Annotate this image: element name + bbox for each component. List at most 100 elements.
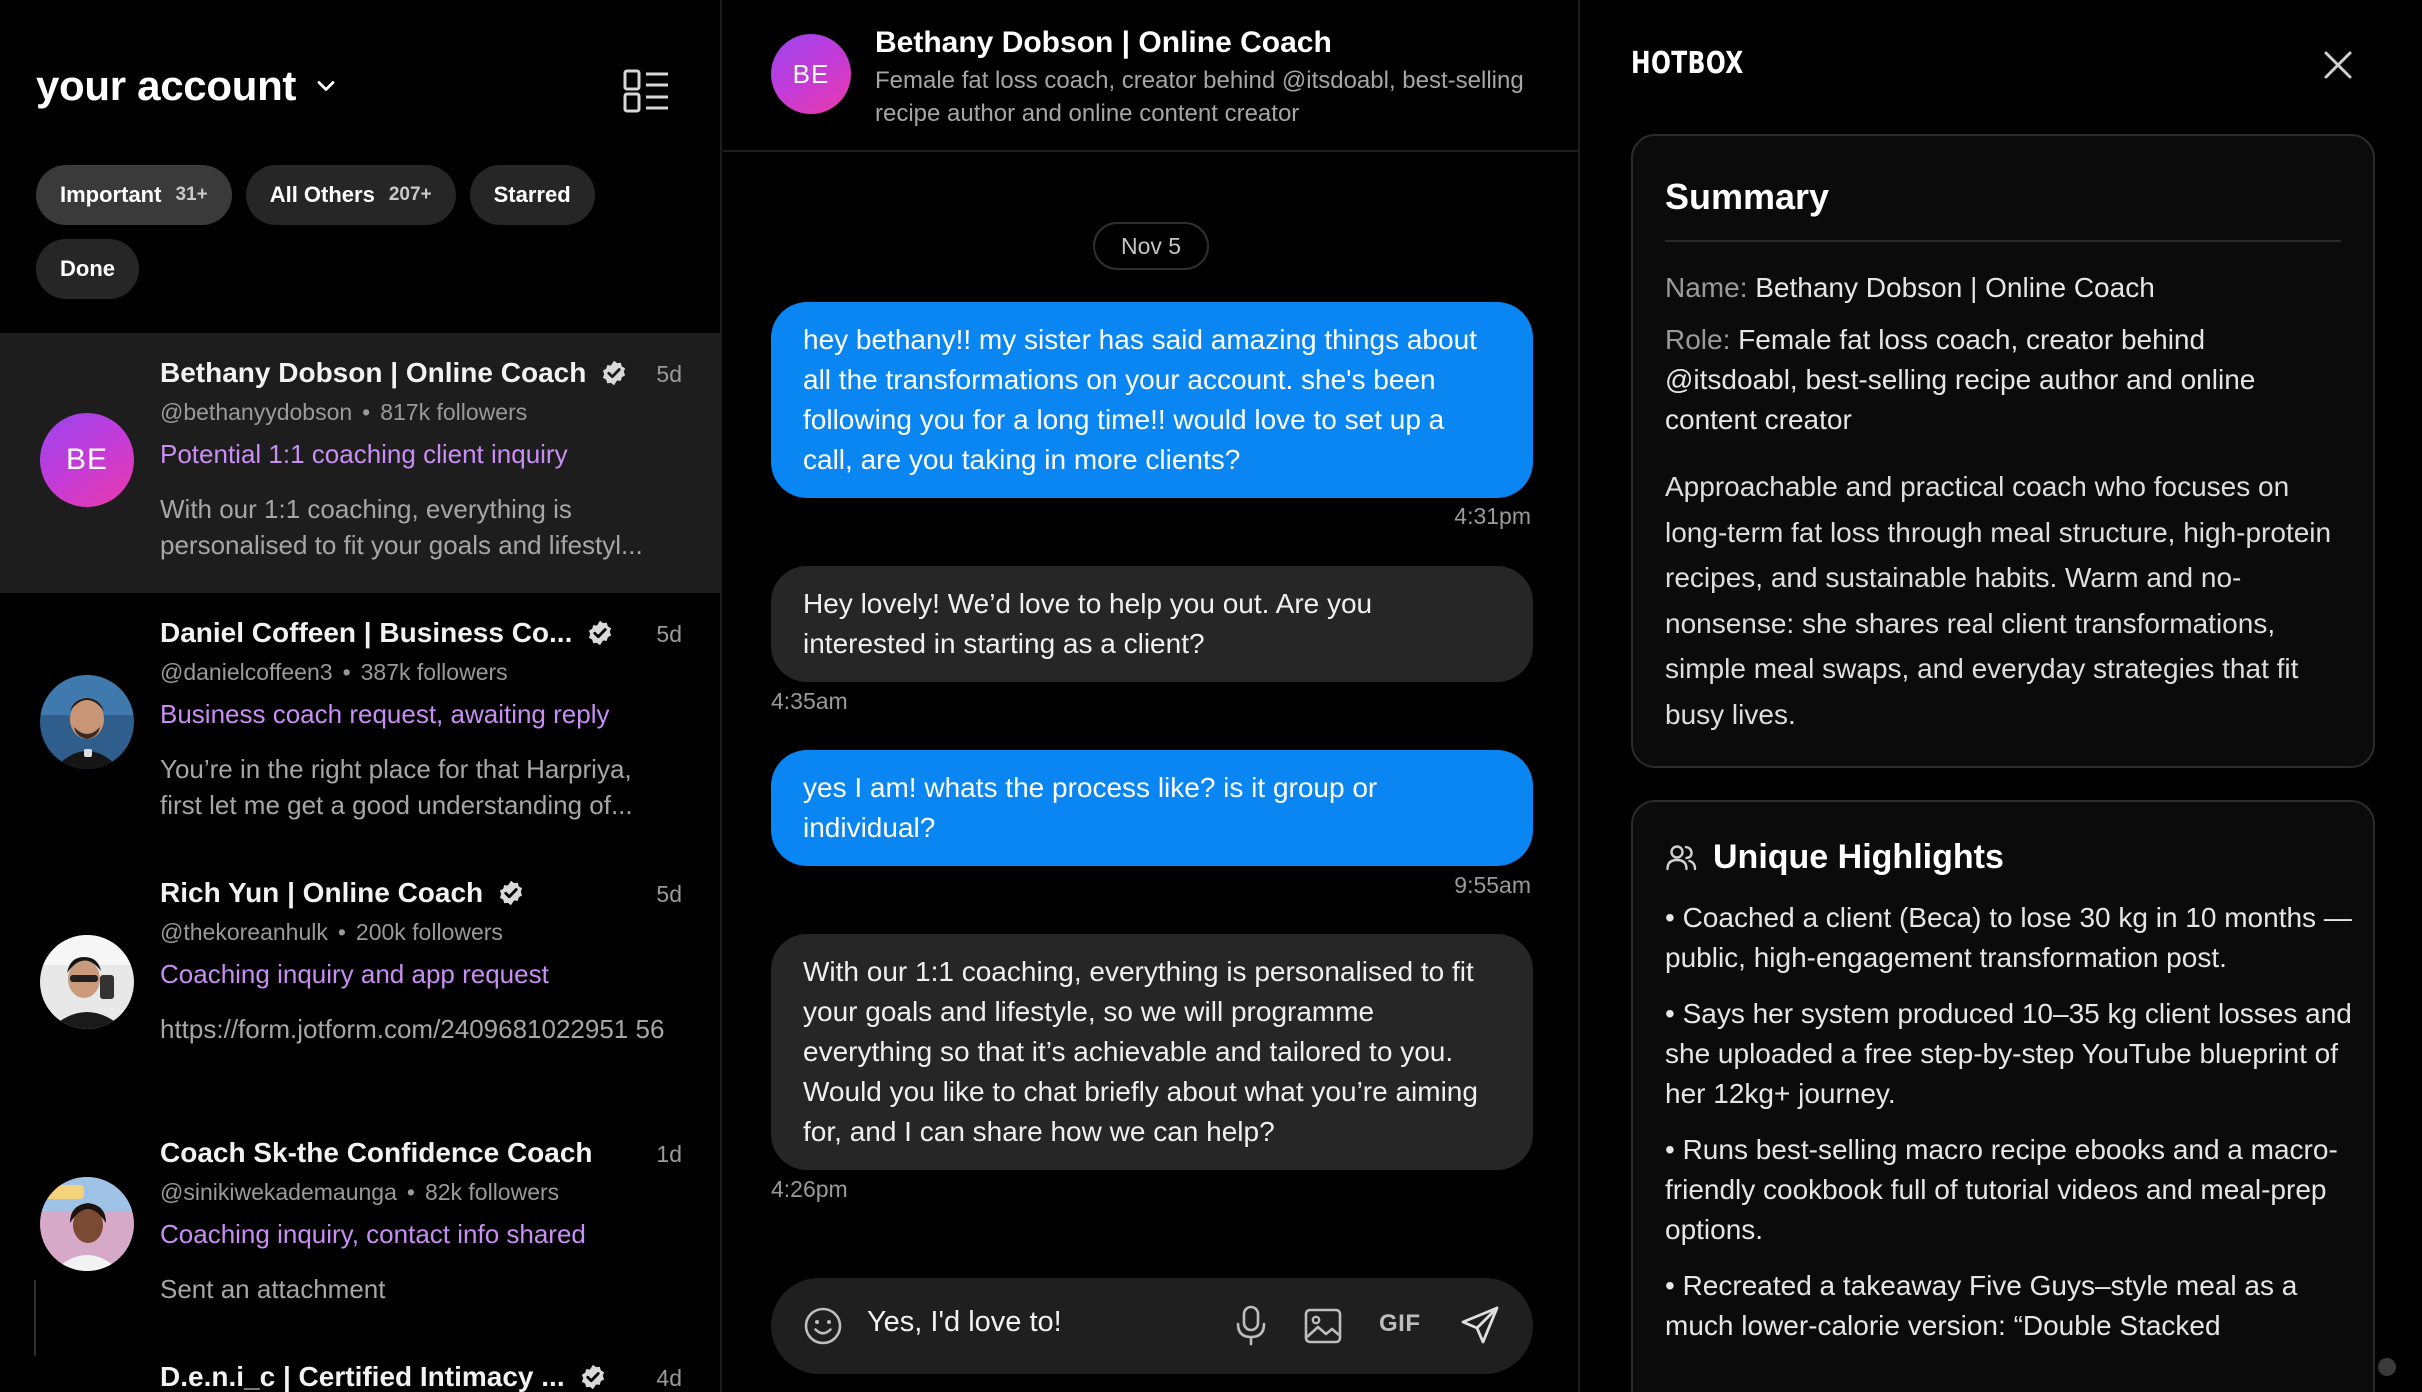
message-input[interactable]: Yes, I'd love to!	[867, 1306, 1062, 1339]
follower-count: 200k followers	[355, 919, 503, 945]
panel-scroll-handle[interactable]	[2378, 1358, 2396, 1376]
sidebar-scrollbar[interactable]	[34, 1280, 36, 1356]
conversation-time: 5d	[656, 621, 682, 647]
filter-label: Done	[60, 256, 115, 281]
message-bubble-incoming: With our 1:1 coaching, everything is per…	[771, 934, 1533, 1170]
verified-badge-icon	[603, 360, 626, 386]
message-timestamp: 9:55am	[1454, 872, 1531, 898]
message-bubble-incoming: Hey lovely! We’d love to help you out. A…	[771, 566, 1533, 682]
conversation-time: 4d	[656, 1365, 682, 1391]
contact-insights-panel: HOTBOX Summary Name: Bethany Dobson | On…	[1581, 0, 2422, 1392]
conversation-name-row: D.e.n.i_c | Certified Intimacy ...	[160, 1361, 607, 1392]
filter-starred[interactable]: Starred	[469, 165, 595, 225]
conversation-item[interactable]: Rich Yun | Online Coach 5d @thekoreanhul…	[0, 853, 720, 1113]
highlights-card: Unique Highlights • Coached a client (Be…	[1631, 800, 2375, 1392]
conversation-name-row: Rich Yun | Online Coach	[160, 877, 525, 909]
chat-header: BE Bethany Dobson | Online Coach Female …	[723, 0, 1580, 152]
conversation-handle-row: @sinikiwekademaunga • 82k followers	[160, 1179, 560, 1205]
verified-badge-icon	[589, 620, 612, 646]
conversation-handle: @thekoreanhulk	[160, 919, 328, 945]
emoji-icon[interactable]	[803, 1306, 843, 1346]
summary-role-field: Role: Female fat loss coach, creator beh…	[1665, 320, 2345, 440]
layout-toggle-icon[interactable]	[622, 68, 670, 114]
conversation-handle-row: @danielcoffeen3 • 387k followers	[160, 659, 508, 685]
follower-count: 387k followers	[360, 659, 508, 685]
filter-count: 31+	[175, 184, 208, 205]
microphone-icon[interactable]	[1231, 1304, 1271, 1346]
chat-contact-bio: Female fat loss coach, creator behind @i…	[875, 67, 1524, 127]
conversation-item[interactable]: BE Bethany Dobson | Online Coach 5d @bet…	[0, 333, 720, 593]
field-key: Name:	[1665, 272, 1748, 303]
avatar: BE	[40, 413, 134, 507]
conversation-item[interactable]: Daniel Coffeen | Business Co... 5d @dani…	[0, 593, 720, 853]
conversation-name-row: Daniel Coffeen | Business Co...	[160, 617, 614, 649]
highlights-list: • Coached a client (Beca) to lose 30 kg …	[1665, 898, 2355, 1362]
message-bubble-outgoing: yes I am! whats the process like? is it …	[771, 750, 1533, 866]
conversation-name-row: Coach Sk-the Confidence Coach	[160, 1137, 593, 1169]
conversation-item[interactable]: D.e.n.i_c | Certified Intimacy ... 4d	[0, 1337, 720, 1392]
avatar[interactable]: BE	[771, 34, 851, 114]
summary-card: Summary Name: Bethany Dobson | Online Co…	[1631, 134, 2375, 768]
summary-description: Approachable and practical coach who foc…	[1665, 471, 2332, 730]
conversation-subject: Coaching inquiry and app request	[160, 959, 549, 989]
filter-important[interactable]: Important 31+	[36, 165, 232, 225]
brand-logo: HOTBOX	[1631, 46, 1744, 81]
highlights-header: Unique Highlights	[1665, 838, 2004, 877]
highlight-item: • Runs best-selling macro recipe ebooks …	[1665, 1134, 2338, 1245]
field-value: Female fat loss coach, creator behind @i…	[1665, 324, 2256, 435]
account-switcher[interactable]: your account	[36, 62, 340, 110]
filter-count: 207+	[388, 184, 432, 205]
avatar-initials: BE	[65, 443, 109, 476]
conversation-name: D.e.n.i_c | Certified Intimacy ...	[160, 1361, 565, 1392]
date-separator: Nov 5	[1093, 222, 1210, 270]
filter-chips: Important 31+ All Others 207+ Starred Do…	[36, 165, 696, 299]
filter-label: All Others	[269, 182, 375, 207]
conversation-preview: https://form.jotform.com/2409681022951 5…	[160, 1014, 665, 1044]
send-icon[interactable]	[1459, 1304, 1501, 1346]
filter-done[interactable]: Done	[36, 239, 139, 299]
follower-count: 82k followers	[424, 1179, 560, 1205]
avatar-photo	[40, 1177, 134, 1271]
conversation-handle: @danielcoffeen3	[160, 659, 333, 685]
filter-label: Starred	[493, 182, 571, 207]
conversation-subject: Potential 1:1 coaching client inquiry	[160, 439, 568, 469]
highlight-item: • Says her system produced 10–35 kg clie…	[1665, 998, 2352, 1109]
avatar	[40, 935, 134, 1029]
avatar	[40, 675, 134, 769]
account-name: your account	[36, 62, 297, 109]
avatar	[40, 1177, 134, 1271]
filter-all-others[interactable]: All Others 207+	[245, 165, 456, 225]
conversation-preview: Sent an attachment	[160, 1274, 386, 1304]
avatar-photo	[40, 935, 134, 1029]
conversation-time: 5d	[656, 361, 682, 387]
conversation-subject: Coaching inquiry, contact info shared	[160, 1219, 586, 1249]
conversation-handle-row: @bethanyydobson • 817k followers	[160, 399, 528, 425]
conversation-name: Coach Sk-the Confidence Coach	[160, 1137, 593, 1168]
summary-name-field: Name: Bethany Dobson | Online Coach	[1665, 268, 2345, 308]
conversation-name: Rich Yun | Online Coach	[160, 877, 484, 908]
conversation-name: Bethany Dobson | Online Coach	[160, 357, 587, 388]
conversation-preview: With our 1:1 coaching, everything is per…	[160, 494, 643, 560]
summary-title: Summary	[1665, 176, 1830, 217]
conversation-name: Daniel Coffeen | Business Co...	[160, 617, 573, 648]
message-composer: Yes, I'd love to! GIF	[771, 1278, 1533, 1374]
close-icon[interactable]	[2321, 48, 2355, 82]
gif-button[interactable]: GIF	[1379, 1310, 1421, 1338]
conversation-name-row: Bethany Dobson | Online Coach	[160, 357, 628, 389]
conversation-preview: You’re in the right place for that Harpr…	[160, 754, 633, 820]
message-timestamp: 4:26pm	[771, 1176, 848, 1202]
chat-pane: BE Bethany Dobson | Online Coach Female …	[723, 0, 1580, 1392]
verified-badge-icon	[581, 1364, 604, 1390]
conversation-item[interactable]: Coach Sk-the Confidence Coach 1d @siniki…	[0, 1113, 720, 1373]
filter-label: Important	[60, 182, 162, 207]
field-key: Role:	[1665, 324, 1731, 355]
highlights-title: Unique Highlights	[1713, 838, 2004, 876]
field-value: Bethany Dobson | Online Coach	[1755, 272, 2155, 303]
divider	[1665, 240, 2341, 242]
message-bubble-outgoing: hey bethany!! my sister has said amazing…	[771, 302, 1533, 498]
highlight-item: • Coached a client (Beca) to lose 30 kg …	[1665, 902, 2352, 973]
image-icon[interactable]	[1303, 1306, 1343, 1346]
conversation-handle: @bethanyydobson	[160, 399, 353, 425]
inbox-sidebar: your account Important 31+ All Others 20…	[0, 0, 722, 1392]
message-timestamp: 4:31pm	[1454, 503, 1531, 529]
